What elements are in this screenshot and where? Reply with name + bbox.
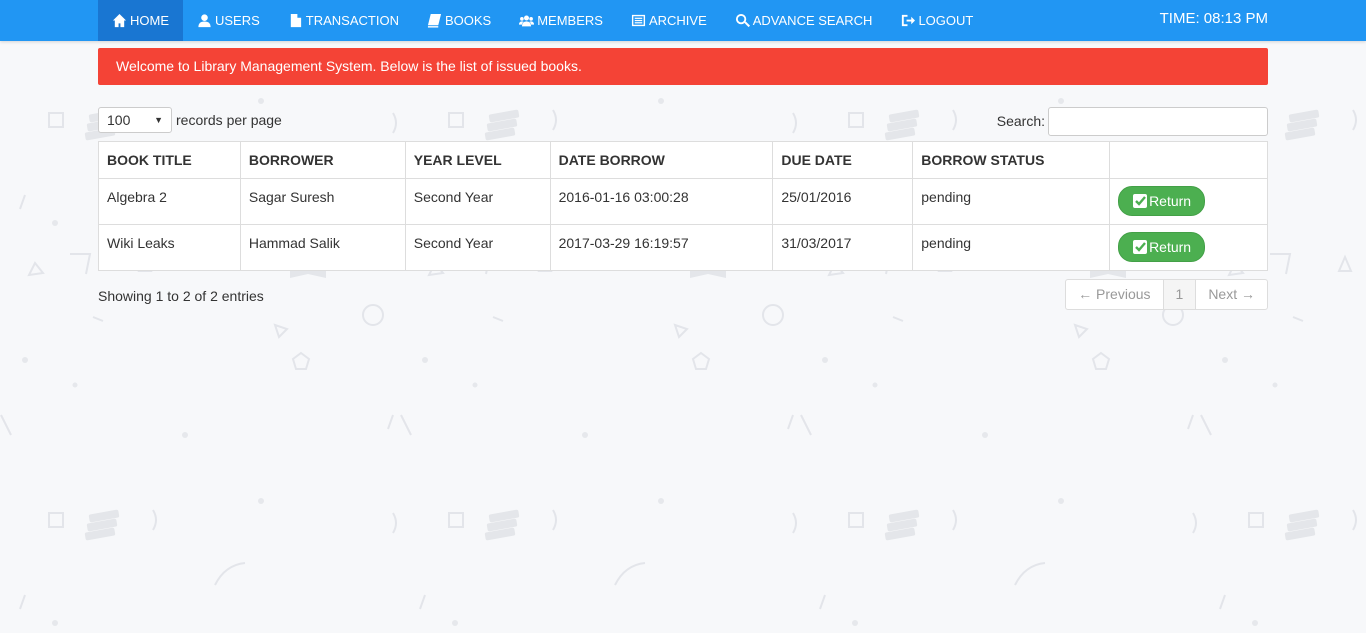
issued-books-table: BOOK TITLE BORROWER YEAR LEVEL DATE BORR… <box>98 141 1268 271</box>
nav-item-label: TRANSACTION <box>305 13 399 28</box>
table-row: Algebra 2 Sagar Suresh Second Year 2016-… <box>98 178 1268 225</box>
nav-item-logout[interactable]: LOGOUT <box>886 0 987 41</box>
logout-icon <box>902 14 916 27</box>
top-navbar: HOME USERS TRANSACTION BOOKS MEMBERS ARC… <box>0 0 1366 41</box>
home-icon <box>112 13 127 28</box>
column-header-action <box>1109 141 1268 179</box>
column-header-borrower[interactable]: BORROWER <box>239 141 406 179</box>
user-icon <box>198 14 211 28</box>
nav-item-label: HOME <box>130 13 169 28</box>
page-number-button[interactable]: 1 <box>1162 279 1197 310</box>
nav-item-members[interactable]: MEMBERS <box>505 0 617 41</box>
nav-item-label: ARCHIVE <box>648 13 707 28</box>
column-header-book-title[interactable]: BOOK TITLE <box>98 141 241 179</box>
table-search: Search: <box>997 106 1268 136</box>
cell-borrow-status: pending <box>912 224 1111 271</box>
dropdown-arrow-icon: ▼ <box>154 115 163 125</box>
welcome-alert: Welcome to Library Management System. Be… <box>98 48 1268 85</box>
nav-item-transaction[interactable]: TRANSACTION <box>274 0 413 41</box>
cell-book-title: Algebra 2 <box>98 178 241 225</box>
table-header-row: BOOK TITLE BORROWER YEAR LEVEL DATE BORR… <box>98 141 1268 179</box>
nav-item-label: LOGOUT <box>918 13 974 28</box>
pagination: ← Previous 1 Next → <box>1065 279 1268 310</box>
cell-borrow-status: pending <box>912 178 1111 225</box>
cell-due-date: 31/03/2017 <box>772 224 914 271</box>
cell-year-level: Second Year <box>404 224 551 271</box>
column-header-borrow-status[interactable]: BORROW STATUS <box>912 141 1111 179</box>
group-icon <box>519 15 535 27</box>
search-input[interactable] <box>1048 106 1268 136</box>
nav-item-label: ADVANCE SEARCH <box>752 13 873 28</box>
column-header-year-level[interactable]: YEAR LEVEL <box>404 141 551 179</box>
nav-item-label: MEMBERS <box>537 13 603 28</box>
nav-item-label: USERS <box>215 13 260 28</box>
current-time: TIME: 08:13 PM <box>1159 10 1268 27</box>
cell-year-level: Second Year <box>404 178 551 225</box>
cell-book-title: Wiki Leaks <box>98 224 241 271</box>
check-square-icon <box>1133 240 1148 254</box>
check-square-icon <box>1133 194 1148 208</box>
next-page-button[interactable]: Next → <box>1195 279 1268 310</box>
cell-borrower: Sagar Suresh <box>239 178 406 225</box>
records-per-page-select[interactable]: 100 ▼ <box>98 107 172 133</box>
background-pattern <box>0 0 1366 633</box>
return-button[interactable]: Return <box>1118 186 1206 216</box>
records-per-page-value: 100 <box>107 112 131 128</box>
return-button-label: Return <box>1149 239 1192 255</box>
nav-item-home[interactable]: HOME <box>98 0 183 41</box>
records-per-page-label: records per page <box>176 112 282 128</box>
cell-action: Return <box>1109 178 1268 225</box>
cell-due-date: 25/01/2016 <box>772 178 914 225</box>
search-icon <box>735 13 750 28</box>
column-header-due-date[interactable]: DUE DATE <box>772 141 914 179</box>
nav-item-books[interactable]: BOOKS <box>413 0 505 41</box>
cell-action: Return <box>1109 224 1268 271</box>
table-info: Showing 1 to 2 of 2 entries <box>98 288 264 304</box>
list-icon <box>631 14 646 27</box>
return-button[interactable]: Return <box>1118 232 1206 262</box>
nav-item-advance-search[interactable]: ADVANCE SEARCH <box>721 0 887 41</box>
nav-item-users[interactable]: USERS <box>183 0 274 41</box>
records-per-page-control: 100 ▼ records per page <box>98 106 282 134</box>
nav-item-archive[interactable]: ARCHIVE <box>617 0 721 41</box>
search-label: Search: <box>996 113 1045 129</box>
column-header-date-borrow[interactable]: DATE BORROW <box>549 141 774 179</box>
book-icon <box>427 13 442 28</box>
cell-date-borrow: 2017-03-29 16:19:57 <box>549 224 774 271</box>
table-row: Wiki Leaks Hammad Salik Second Year 2017… <box>98 224 1268 271</box>
cell-date-borrow: 2016-01-16 03:00:28 <box>549 178 774 225</box>
cell-borrower: Hammad Salik <box>239 224 406 271</box>
return-button-label: Return <box>1149 193 1192 209</box>
nav-item-label: BOOKS <box>444 13 492 28</box>
file-icon <box>290 13 301 28</box>
nav-menu: HOME USERS TRANSACTION BOOKS MEMBERS ARC… <box>98 0 987 41</box>
previous-page-button[interactable]: ← Previous <box>1065 279 1164 310</box>
